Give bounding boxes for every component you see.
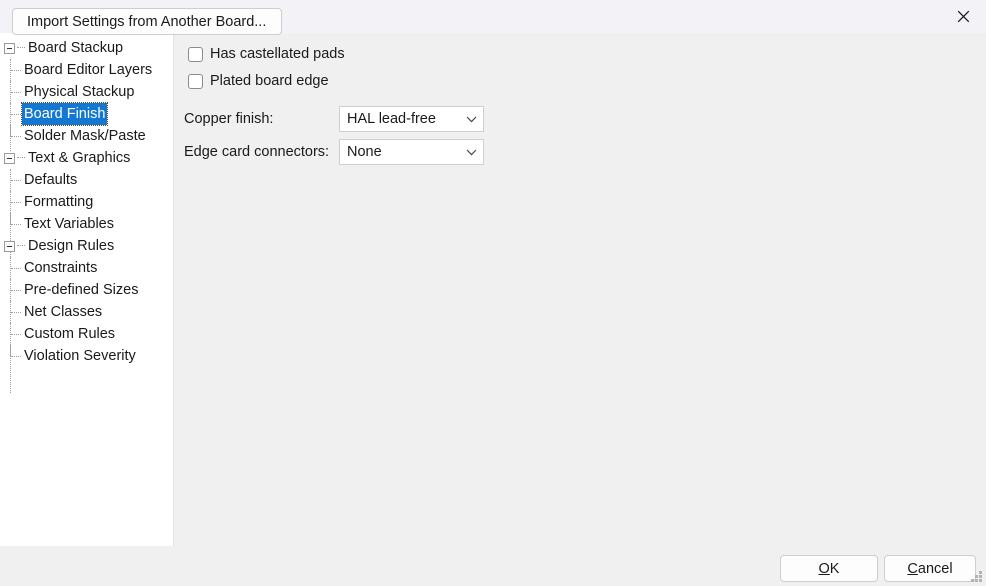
- tree-connector: [10, 125, 22, 147]
- tree-item-formatting[interactable]: Formatting: [0, 191, 173, 213]
- settings-tree: Board Stackup Board Editor Layers Physic…: [0, 33, 173, 393]
- tree-item-label: Design Rules: [28, 238, 115, 254]
- tree-connector: [10, 323, 22, 345]
- tree-item-label: Violation Severity: [24, 348, 136, 364]
- tree-item-design-rules[interactable]: Design Rules: [0, 235, 173, 257]
- tree-item-pre-defined-sizes[interactable]: Pre-defined Sizes: [0, 279, 173, 301]
- tree-connector: [10, 345, 22, 367]
- tree-item-label: Solder Mask/Paste: [24, 128, 146, 144]
- edge-card-connectors-label: Edge card connectors:: [184, 144, 330, 160]
- collapse-expander-icon[interactable]: [4, 240, 15, 252]
- dialog-content: Board Stackup Board Editor Layers Physic…: [0, 33, 986, 546]
- settings-tree-sidebar[interactable]: Board Stackup Board Editor Layers Physic…: [0, 33, 174, 546]
- resize-grip[interactable]: [970, 570, 983, 583]
- close-icon[interactable]: [940, 0, 986, 33]
- tree-item-physical-stackup[interactable]: Physical Stackup: [0, 81, 173, 103]
- ok-button[interactable]: OK: [780, 555, 878, 582]
- tree-connector: [10, 103, 22, 125]
- plated-board-edge-row[interactable]: Plated board edge: [188, 73, 329, 89]
- tree-item-net-classes[interactable]: Net Classes: [0, 301, 173, 323]
- import-settings-button[interactable]: Import Settings from Another Board...: [12, 8, 282, 35]
- ok-accel-letter: O: [818, 560, 830, 577]
- cancel-rest-letters: ancel: [917, 560, 953, 577]
- tree-item-label: Text & Graphics: [28, 150, 131, 166]
- collapse-expander-icon[interactable]: [4, 42, 15, 54]
- tree-connector: [17, 157, 25, 159]
- tree-item-violation-severity[interactable]: Violation Severity: [0, 345, 173, 367]
- board-finish-panel: Has castellated pads Plated board edge C…: [174, 33, 986, 546]
- tree-connector: [10, 59, 22, 81]
- copper-finish-select[interactable]: HAL lead-free: [339, 106, 484, 132]
- copper-finish-value: HAL lead-free: [347, 111, 436, 127]
- plated-board-edge-label: Plated board edge: [210, 73, 329, 89]
- tree-connector: [17, 245, 25, 247]
- tree-item-constraints[interactable]: Constraints: [0, 257, 173, 279]
- tree-item-board-finish[interactable]: Board Finish: [0, 102, 173, 126]
- ok-rest-letters: K: [829, 560, 840, 577]
- cancel-accel-letter: C: [907, 560, 918, 577]
- tree-item-label: Physical Stackup: [24, 84, 135, 100]
- tree-item-label: Board Editor Layers: [24, 62, 153, 78]
- tree-item-label: Text Variables: [24, 216, 114, 232]
- edge-card-connectors-value: None: [347, 144, 382, 160]
- tree-item-label: Board Finish: [20, 102, 109, 126]
- tree-connector: [10, 301, 22, 323]
- tree-item-label: Pre-defined Sizes: [24, 282, 139, 298]
- tree-item-text-and-graphics[interactable]: Text & Graphics: [0, 147, 173, 169]
- tree-connector: [10, 257, 22, 279]
- has-castellated-pads-row[interactable]: Has castellated pads: [188, 46, 345, 62]
- tree-item-board-editor-layers[interactable]: Board Editor Layers: [0, 59, 173, 81]
- tree-connector: [17, 47, 25, 49]
- tree-connector: [10, 191, 22, 213]
- tree-item-label: Custom Rules: [24, 326, 116, 342]
- chevron-down-icon[interactable]: [459, 116, 483, 123]
- tree-connector: [10, 169, 22, 191]
- tree-item-defaults[interactable]: Defaults: [0, 169, 173, 191]
- tree-item-board-stackup[interactable]: Board Stackup: [0, 37, 173, 59]
- tree-item-label: Formatting: [24, 194, 94, 210]
- copper-finish-label: Copper finish:: [184, 111, 274, 127]
- edge-card-connectors-row: Edge card connectors: None: [184, 139, 484, 165]
- tree-item-label: Defaults: [24, 172, 78, 188]
- edge-card-connectors-select[interactable]: None: [339, 139, 484, 165]
- tree-connector: [10, 213, 22, 235]
- tree-item-text-variables[interactable]: Text Variables: [0, 213, 173, 235]
- collapse-expander-icon[interactable]: [4, 152, 15, 164]
- tree-item-solder-mask-paste[interactable]: Solder Mask/Paste: [0, 125, 173, 147]
- tree-item-custom-rules[interactable]: Custom Rules: [0, 323, 173, 345]
- has-castellated-pads-label: Has castellated pads: [210, 46, 345, 62]
- tree-item-label: Net Classes: [24, 304, 103, 320]
- tree-connector: [10, 279, 22, 301]
- tree-connector: [10, 81, 22, 103]
- chevron-down-icon[interactable]: [459, 149, 483, 156]
- plated-board-edge-checkbox[interactable]: [188, 73, 203, 89]
- tree-item-label: Constraints: [24, 260, 98, 276]
- tree-item-label: Board Stackup: [28, 40, 124, 56]
- copper-finish-row: Copper finish: HAL lead-free: [184, 106, 484, 132]
- cancel-button[interactable]: Cancel: [884, 555, 976, 582]
- has-castellated-pads-checkbox[interactable]: [188, 46, 203, 62]
